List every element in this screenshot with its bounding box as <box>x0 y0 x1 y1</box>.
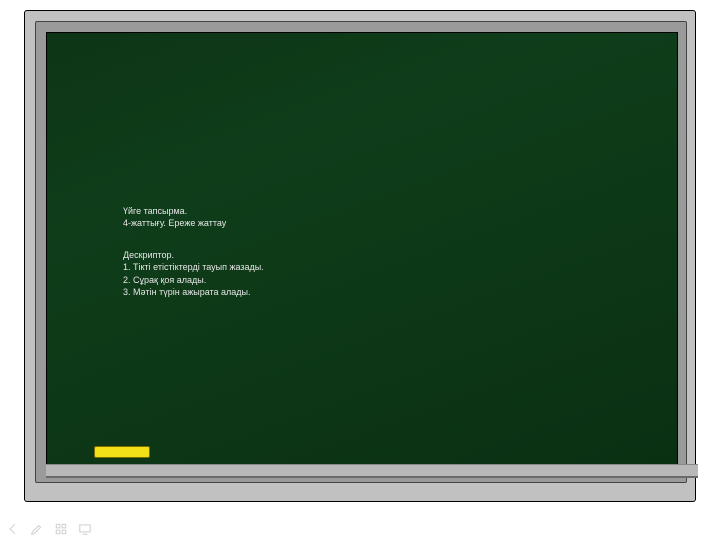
slide-toolbar <box>6 522 92 536</box>
descriptor-block: Дескриптор. 1. Тікті етістіктерді тауып … <box>123 249 264 298</box>
chalkboard-text: Үйге тапсырма. 4-жаттығу. Ереже жаттау Д… <box>123 205 264 298</box>
chalk-piece <box>94 446 150 458</box>
descriptor-item-1: 1. Тікті етістіктерді тауып жазады. <box>123 261 264 273</box>
chalkboard-bevel: Үйге тапсырма. 4-жаттығу. Ереже жаттау Д… <box>35 21 687 483</box>
grid-icon[interactable] <box>54 522 68 536</box>
descriptor-title: Дескриптор. <box>123 249 264 261</box>
pen-icon[interactable] <box>30 522 44 536</box>
homework-line: 4-жаттығу. Ереже жаттау <box>123 217 264 229</box>
homework-block: Үйге тапсырма. 4-жаттығу. Ереже жаттау <box>123 205 264 229</box>
descriptor-item-2: 2. Сұрақ қоя алады. <box>123 274 264 286</box>
chalk-tray <box>46 464 698 478</box>
chalkboard-surface: Үйге тапсырма. 4-жаттығу. Ереже жаттау Д… <box>46 32 678 474</box>
descriptor-item-3: 3. Мәтін түрін ажырата алады. <box>123 286 264 298</box>
homework-title: Үйге тапсырма. <box>123 205 264 217</box>
prev-icon[interactable] <box>6 522 20 536</box>
chalkboard-frame: Үйге тапсырма. 4-жаттығу. Ереже жаттау Д… <box>24 10 696 502</box>
screen-icon[interactable] <box>78 522 92 536</box>
